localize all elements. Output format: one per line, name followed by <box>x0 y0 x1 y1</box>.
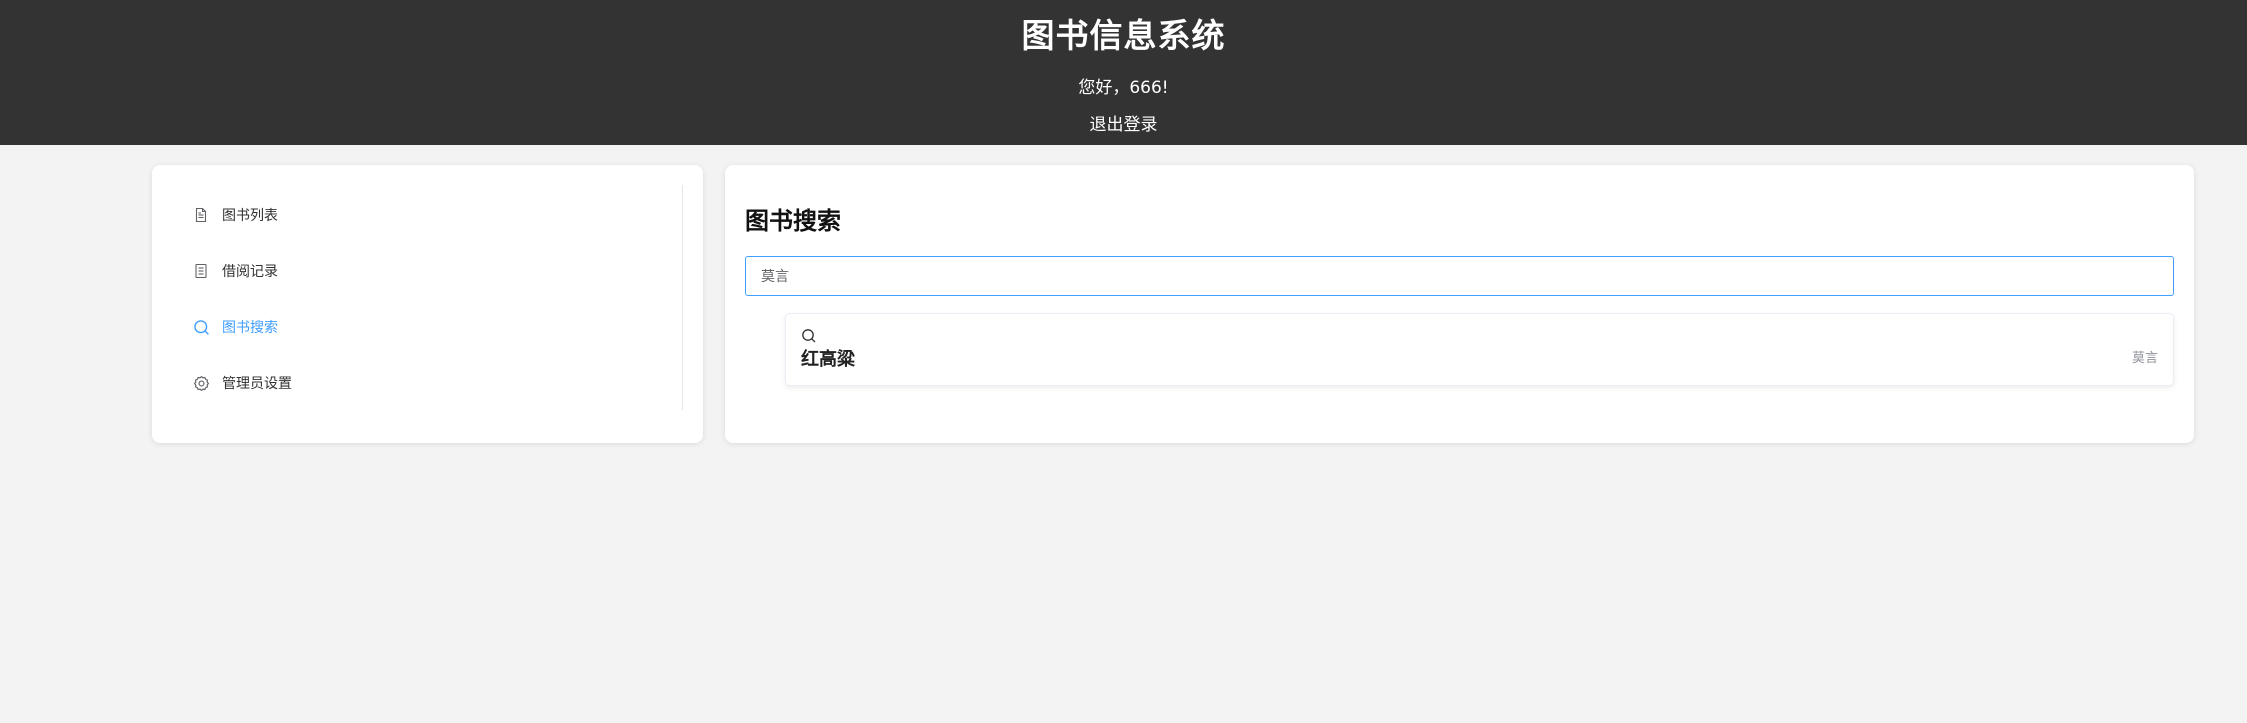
search-input[interactable] <box>745 256 2174 296</box>
sidebar-item-label: 图书列表 <box>222 208 278 224</box>
document-icon <box>192 206 210 224</box>
result-book-author: 莫言 <box>2131 351 2158 366</box>
search-icon <box>192 318 210 336</box>
sidebar-divider <box>682 185 683 410</box>
user-greeting: 您好，666! <box>1078 78 1169 98</box>
app-title: 图书信息系统 <box>1021 16 1226 55</box>
sidebar-item-label: 图书搜索 <box>222 320 278 336</box>
result-book-title: 红高粱 <box>801 349 855 370</box>
sidebar-item-book-list[interactable]: 图书列表 <box>192 197 662 233</box>
search-result-item[interactable]: 红高粱 莫言 <box>785 313 2174 386</box>
sidebar-menu: 图书列表 借阅记录 图书搜索 管理员设置 <box>152 165 703 443</box>
tickets-icon <box>192 262 210 280</box>
sidebar-item-borrow-records[interactable]: 借阅记录 <box>192 253 662 289</box>
page-title: 图书搜索 <box>745 207 841 235</box>
search-panel: 图书搜索 红高粱 莫言 <box>725 165 2194 443</box>
sidebar-item-label: 借阅记录 <box>222 264 278 280</box>
sidebar-item-book-search[interactable]: 图书搜索 <box>192 309 662 345</box>
top-header: 图书信息系统 您好，666! 退出登录 <box>0 0 2247 145</box>
logout-link[interactable]: 退出登录 <box>1090 113 1158 137</box>
sidebar-item-admin-settings[interactable]: 管理员设置 <box>192 365 662 401</box>
setting-icon <box>192 374 210 392</box>
sidebar-item-label: 管理员设置 <box>222 376 292 392</box>
search-icon <box>801 328 817 344</box>
